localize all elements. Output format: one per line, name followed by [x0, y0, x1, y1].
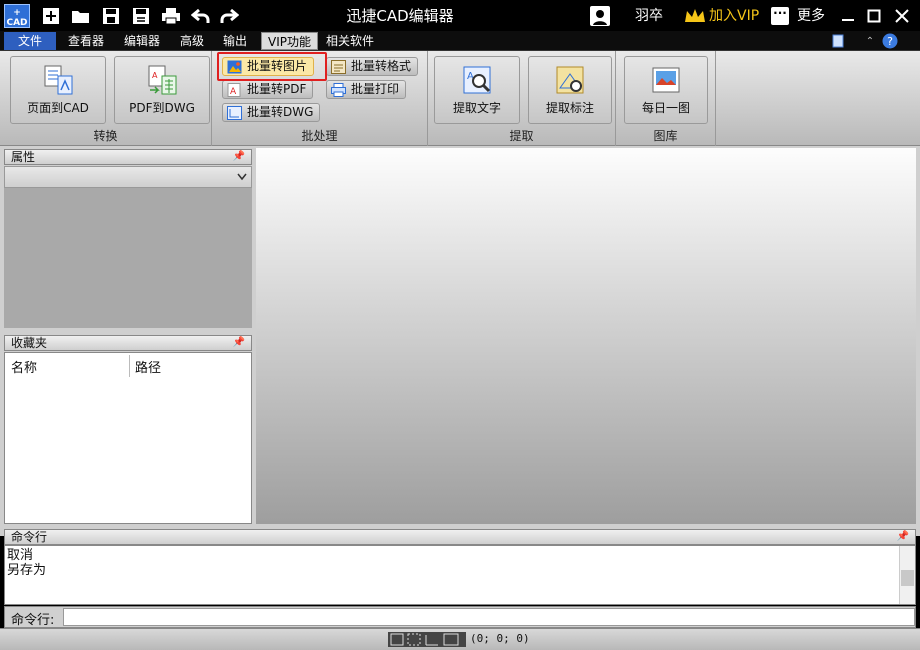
printer-icon	[331, 83, 346, 97]
page-to-cad-icon	[44, 65, 73, 95]
menu-advanced[interactable]: 高级	[174, 32, 210, 50]
ribbon: 页面到CAD A PDF到DWG 转换 批量转图片 批量转格式 A 批量转PDF…	[0, 51, 920, 146]
redo-icon[interactable]	[218, 5, 240, 27]
group-batch-label: 批处理	[301, 129, 338, 143]
new-icon[interactable]	[40, 5, 62, 27]
window-title: 迅捷CAD编辑器	[346, 7, 454, 25]
print-icon[interactable]	[160, 5, 182, 27]
svg-text:?: ?	[887, 35, 893, 48]
page-to-cad-label: 页面到CAD	[27, 101, 89, 115]
menu-related-software[interactable]: 相关软件	[320, 32, 380, 50]
pin-icon[interactable]: 📌	[233, 150, 245, 164]
command-input-label: 命令行:	[11, 613, 55, 628]
command-header: 命令行 📌	[4, 529, 916, 545]
daily-image-label: 每日一图	[641, 101, 690, 115]
batch-to-pdf-label: 批量转PDF	[247, 82, 307, 96]
pin-icon[interactable]: 📌	[897, 530, 909, 544]
batch-to-dwg-label: 批量转DWG	[247, 105, 314, 119]
svg-text:A: A	[230, 87, 237, 97]
favorites-col-path[interactable]: 路径	[135, 357, 161, 376]
pin-icon[interactable]: 📌	[233, 336, 245, 350]
menu-vip[interactable]: VIP功能	[261, 32, 318, 50]
app-logo: + CAD	[4, 4, 30, 28]
batch-to-pdf-button[interactable]: A 批量转PDF	[222, 80, 314, 99]
group-extract: A 提取文字 提取标注 提取	[428, 51, 616, 146]
extract-dims-label: 提取标注	[545, 101, 594, 115]
format-icon	[331, 60, 346, 74]
close-icon[interactable]	[890, 4, 914, 28]
pdf-icon: A	[227, 83, 241, 97]
column-divider[interactable]	[129, 355, 130, 377]
document-icon[interactable]	[830, 33, 846, 49]
command-history-line: 取消	[7, 548, 34, 563]
properties-header: 属性 📌	[4, 149, 252, 165]
group-extract-label: 提取	[509, 129, 534, 143]
group-convert: 页面到CAD A PDF到DWG 转换	[0, 51, 212, 146]
menu-bar: 文件 查看器 编辑器 高级 输出 VIP功能 相关软件 ⌃ ?	[0, 31, 920, 51]
scrollbar[interactable]	[899, 546, 915, 604]
svg-text:A: A	[152, 71, 158, 80]
collapse-ribbon-icon[interactable]: ⌃	[862, 33, 878, 49]
snap-toggle-icons[interactable]	[388, 632, 466, 647]
page-to-cad-button[interactable]: 页面到CAD	[10, 56, 106, 124]
pdf-to-dwg-button[interactable]: A PDF到DWG	[114, 56, 210, 124]
user-name[interactable]: 羽卒	[635, 0, 663, 32]
extract-text-icon: A	[463, 66, 491, 94]
status-bar: (0; 0; 0)	[0, 628, 920, 650]
command-input[interactable]	[63, 608, 915, 626]
help-icon[interactable]: ?	[882, 33, 898, 49]
highlight-frame	[217, 52, 327, 81]
minimize-icon[interactable]	[836, 4, 860, 28]
chevron-down-icon	[237, 173, 247, 181]
join-vip-label: 加入VIP	[709, 8, 760, 24]
batch-to-format-label: 批量转格式	[351, 59, 412, 73]
batch-print-label: 批量打印	[351, 82, 400, 96]
properties-body	[4, 188, 252, 328]
gallery-icon	[652, 67, 680, 93]
command-history: 取消 另存为	[4, 545, 916, 605]
extract-dims-icon	[556, 66, 584, 94]
batch-to-format-button[interactable]: 批量转格式	[326, 57, 419, 76]
extract-text-button[interactable]: A 提取文字	[434, 56, 520, 124]
extract-text-label: 提取文字	[452, 101, 501, 115]
group-gallery: 每日一图 图库	[616, 51, 716, 146]
group-convert-label: 转换	[93, 129, 118, 143]
properties-title: 属性	[11, 150, 36, 164]
command-title: 命令行	[11, 530, 48, 544]
batch-to-dwg-button[interactable]: 批量转DWG	[222, 103, 321, 122]
pdf-to-dwg-icon: A	[148, 65, 177, 95]
menu-viewer[interactable]: 查看器	[62, 32, 110, 50]
batch-print-button[interactable]: 批量打印	[326, 80, 407, 99]
user-avatar-icon[interactable]	[590, 6, 610, 26]
favorites-title: 收藏夹	[11, 336, 48, 350]
favorites-list: 名称 路径	[4, 352, 252, 524]
save-icon[interactable]	[100, 5, 122, 27]
group-gallery-label: 图库	[653, 129, 678, 143]
pdf-to-dwg-label: PDF到DWG	[129, 101, 195, 115]
save-as-icon[interactable]	[130, 5, 152, 27]
favorites-header: 收藏夹 📌	[4, 335, 252, 351]
menu-editor[interactable]: 编辑器	[118, 32, 166, 50]
dwg-icon	[227, 106, 242, 120]
join-vip-button[interactable]: 加入VIP	[684, 0, 759, 32]
maximize-icon[interactable]	[862, 4, 886, 28]
open-icon[interactable]	[70, 5, 92, 27]
crown-icon	[685, 9, 705, 22]
coordinates-readout: (0; 0; 0)	[470, 632, 530, 645]
daily-image-button[interactable]: 每日一图	[624, 56, 708, 124]
command-history-line: 另存为	[7, 563, 47, 578]
scroll-thumb[interactable]	[901, 570, 914, 586]
menu-file[interactable]: 文件	[4, 32, 57, 50]
menu-output[interactable]: 输出	[217, 32, 253, 50]
title-bar: + CAD 迅捷CAD编辑器 羽卒 加入VIP ··· 更多	[0, 0, 920, 32]
more-icon[interactable]: ···	[771, 7, 789, 25]
extract-dims-button[interactable]: 提取标注	[528, 56, 612, 124]
drawing-canvas[interactable]	[256, 148, 916, 524]
more-button[interactable]: 更多	[797, 0, 825, 32]
command-input-row: 命令行:	[4, 606, 916, 628]
undo-icon[interactable]	[190, 5, 212, 27]
favorites-col-name[interactable]: 名称	[11, 357, 37, 376]
properties-select[interactable]	[4, 166, 252, 188]
